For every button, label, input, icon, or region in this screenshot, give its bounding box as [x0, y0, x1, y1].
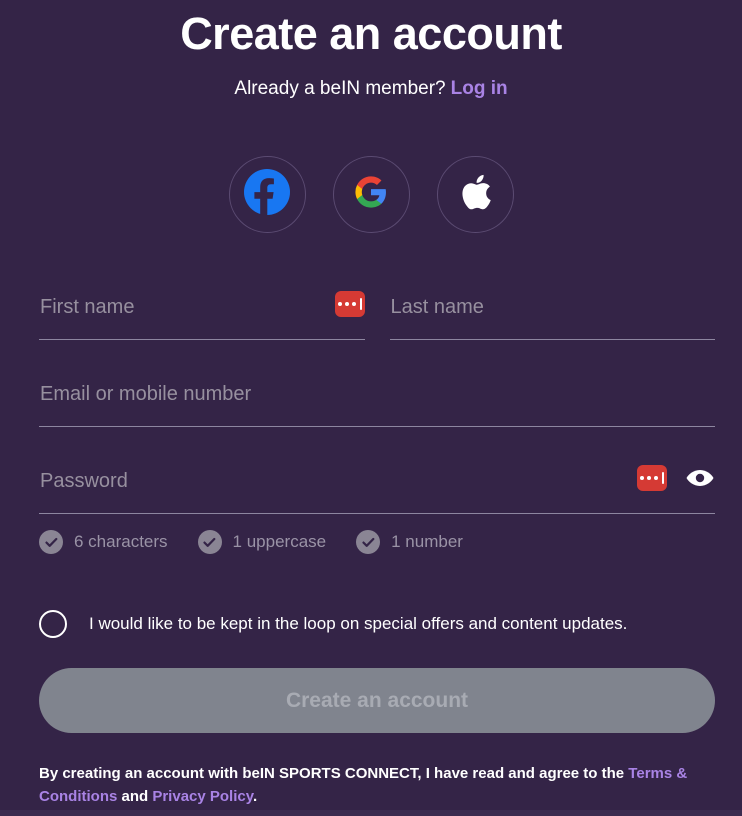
lastpass-cursor: [359, 298, 362, 310]
legal-text: By creating an account with beIN SPORTS …: [39, 762, 715, 808]
marketing-optin-label: I would like to be kept in the loop on s…: [89, 614, 628, 633]
bottom-strip: [0, 810, 742, 816]
lastpass-dot: [654, 476, 658, 480]
legal-intro: By creating an account with beIN SPORTS …: [39, 765, 629, 782]
legal-conjunction: and: [117, 788, 153, 805]
check-circle-icon: [197, 530, 222, 554]
first-name-field[interactable]: First name: [39, 285, 365, 340]
social-login-row: [0, 156, 742, 233]
check-circle-icon: [356, 530, 381, 554]
password-requirements: 6 characters 1 uppercase 1 number: [39, 530, 493, 554]
email-placeholder: Email or mobile number: [40, 383, 252, 405]
last-name-placeholder: Last name: [390, 296, 484, 318]
signup-page: Create an account Already a beIN member?…: [0, 0, 742, 816]
apple-icon: [458, 172, 492, 217]
password-requirement-item: 6 characters: [39, 530, 168, 554]
password-requirement-item: 1 number: [356, 530, 463, 554]
lastpass-cursor: [662, 472, 664, 484]
privacy-policy-link[interactable]: Privacy Policy: [152, 788, 253, 805]
marketing-optin-checkbox[interactable]: [39, 610, 67, 638]
apple-login-button[interactable]: [436, 156, 514, 233]
lastpass-dot: [337, 302, 342, 306]
lastpass-icon[interactable]: [637, 465, 667, 491]
facebook-icon: [244, 169, 290, 220]
lastpass-dot: [351, 302, 356, 306]
log-in-link[interactable]: Log in: [451, 78, 508, 99]
lastpass-dot: [647, 476, 651, 480]
email-or-mobile-field[interactable]: Email or mobile number: [39, 372, 715, 427]
legal-period: .: [252, 788, 258, 805]
member-prompt: Already a beIN member? Log in: [0, 76, 742, 102]
password-requirement-label: 1 number: [391, 532, 463, 551]
lastpass-dot: [344, 302, 349, 306]
member-prompt-text: Already a beIN member?: [234, 78, 446, 99]
google-icon: [354, 175, 388, 214]
lastpass-dot: [640, 476, 644, 480]
password-placeholder: Password: [40, 470, 128, 492]
google-login-button[interactable]: [332, 156, 410, 233]
marketing-optin-row: I would like to be kept in the loop on s…: [39, 610, 715, 638]
password-requirement-label: 1 uppercase: [232, 532, 327, 551]
check-circle-icon: [39, 530, 63, 554]
first-name-placeholder: First name: [40, 296, 135, 318]
password-requirement-label: 6 characters: [74, 532, 168, 551]
lastpass-icon[interactable]: [334, 291, 365, 317]
page-title: Create an account: [180, 8, 562, 59]
last-name-field[interactable]: Last name: [389, 285, 715, 340]
eye-icon[interactable]: [685, 465, 715, 491]
name-fields-row: First name Last name: [39, 285, 715, 340]
facebook-login-button[interactable]: [228, 156, 306, 233]
password-requirement-item: 1 uppercase: [197, 530, 327, 554]
password-field[interactable]: Password: [39, 459, 715, 514]
create-account-button[interactable]: Create an account: [39, 668, 715, 733]
